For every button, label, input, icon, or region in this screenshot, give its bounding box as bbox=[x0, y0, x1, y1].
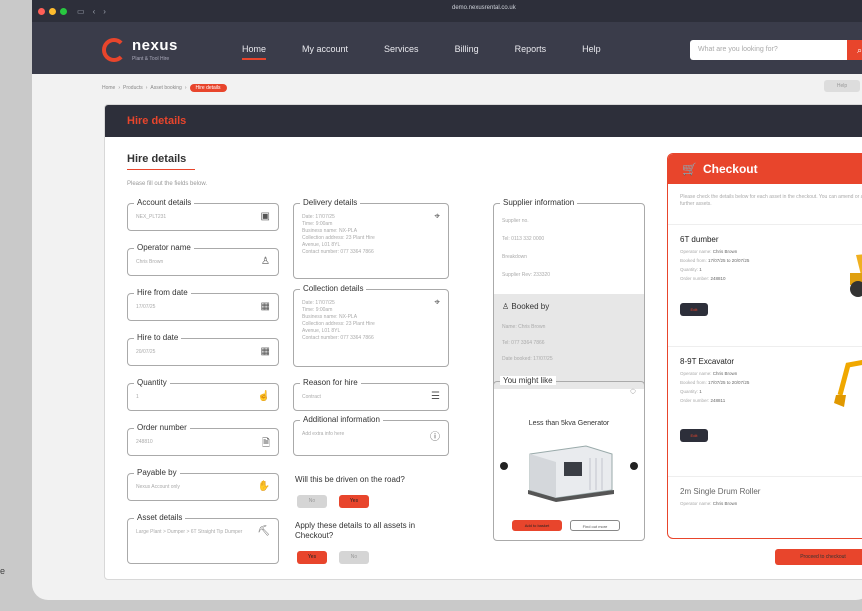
road-question: Will this be driven on the road? bbox=[295, 475, 405, 484]
payable-by-field[interactable]: Payable by Nexus Account only ✋ bbox=[127, 468, 279, 501]
you-might-like-box: You might like ◌ Less than 5kva Generato… bbox=[493, 376, 645, 541]
reason-for-hire-field[interactable]: Reason for hire Contract ☰ bbox=[293, 378, 449, 411]
road-no-button[interactable]: No bbox=[297, 495, 327, 508]
address-bar[interactable]: demo.nexusrental.co.uk bbox=[452, 5, 516, 11]
info-icon: ⓘ bbox=[430, 432, 440, 443]
main-nav: Home My account Services Billing Reports… bbox=[242, 44, 601, 60]
nav-services[interactable]: Services bbox=[384, 44, 419, 54]
maximize-window-dot[interactable] bbox=[60, 7, 67, 15]
nav-help[interactable]: Help bbox=[582, 44, 601, 54]
apply-no-button[interactable]: No bbox=[339, 551, 369, 564]
calendar-icon[interactable]: ▦ bbox=[261, 301, 270, 312]
location-pin-icon: ⌖ bbox=[434, 211, 440, 222]
order-number-field[interactable]: Order number 248810 🗎 bbox=[127, 423, 279, 456]
delivery-details-field[interactable]: Delivery details Date: 17/07/25 Time: 9:0… bbox=[293, 198, 449, 279]
add-to-basket-button[interactable]: Add to basket bbox=[512, 520, 562, 531]
edit-item-button[interactable]: Edit bbox=[680, 303, 708, 316]
road-yes-button[interactable]: Yes bbox=[339, 495, 369, 508]
logo-subtitle: Plant & Tool Hire bbox=[132, 56, 170, 62]
apply-yes-button[interactable]: Yes bbox=[297, 551, 327, 564]
logo-mark-icon bbox=[102, 37, 126, 62]
checkout-title: Checkout bbox=[702, 162, 758, 176]
document-search-icon: 🗎 bbox=[261, 438, 270, 449]
chat-icon[interactable]: ◌ bbox=[630, 386, 636, 397]
quantity-field[interactable]: Quantity 1 ☝ bbox=[127, 378, 279, 411]
hire-to-date-field[interactable]: Hire to date 20/07/25 ▦ bbox=[127, 333, 279, 366]
browser-chrome: ▭ ‹ › demo.nexusrental.co.uk bbox=[32, 0, 862, 22]
excavator-icon: ⛏ bbox=[257, 526, 270, 537]
page-title: Hire details bbox=[105, 105, 862, 137]
apply-question: Apply these details to all assets in Che… bbox=[295, 521, 416, 540]
operator-name-field[interactable]: Operator name Chris Brown ♙ bbox=[127, 243, 279, 276]
additional-information-field[interactable]: Additional information Add extra info he… bbox=[293, 415, 449, 456]
carousel-prev-arrow[interactable] bbox=[500, 462, 508, 470]
minimize-window-dot[interactable] bbox=[49, 7, 56, 15]
nav-my-account[interactable]: My account bbox=[302, 44, 348, 54]
collection-lines: Date: 17/07/25 Time: 9:00am Business name:… bbox=[302, 300, 375, 341]
nav-home[interactable]: Home bbox=[242, 44, 267, 60]
top-navigation: nexus Plant & Tool Hire Home My account … bbox=[32, 22, 862, 74]
breadcrumb-current: Hire details bbox=[189, 84, 227, 92]
id-card-icon: ▣ bbox=[260, 211, 270, 222]
search-icon[interactable]: ⌕ bbox=[847, 40, 862, 60]
hand-icon: ☝ bbox=[257, 391, 270, 402]
forward-icon[interactable]: › bbox=[103, 7, 106, 16]
excavator-image bbox=[834, 359, 862, 407]
breadcrumb-products[interactable]: Products bbox=[123, 85, 143, 91]
checkout-panel: 🛒 Checkout Please check the details below… bbox=[667, 153, 862, 539]
help-button[interactable]: Help bbox=[824, 80, 860, 92]
edit-item-button[interactable]: Edit bbox=[680, 429, 708, 442]
collection-details-field[interactable]: Collection details Date: 17/07/25 Time: 9… bbox=[293, 284, 449, 367]
user-icon: ♙ bbox=[502, 302, 512, 311]
carousel-next-arrow[interactable] bbox=[630, 462, 638, 470]
back-icon[interactable]: ‹ bbox=[93, 7, 96, 16]
list-icon: ☰ bbox=[431, 391, 440, 402]
close-window-dot[interactable] bbox=[38, 7, 45, 15]
supplier-information-box: Supplier information Supplier no. Tel: 0… bbox=[493, 198, 645, 389]
breadcrumb: Home › Products › Asset booking › Hire deta… bbox=[102, 84, 227, 92]
generator-image bbox=[528, 445, 614, 502]
edge-fragment: e bbox=[0, 566, 6, 576]
logo-name: nexus bbox=[132, 37, 178, 54]
location-pin-icon: ⌖ bbox=[434, 297, 440, 308]
cart-icon: 🛒 bbox=[682, 162, 697, 176]
hire-from-date-field[interactable]: Hire from date 17/07/25 ▦ bbox=[127, 288, 279, 321]
nav-reports[interactable]: Reports bbox=[515, 44, 547, 54]
user-icon: ♙ bbox=[261, 256, 270, 267]
hire-details-card: Hire details Hire details Please fill ou… bbox=[104, 104, 862, 580]
booked-by-panel: ♙ Booked by Name: Chris Brown Tel: 077 3… bbox=[494, 294, 644, 389]
delivery-lines: Date: 17/07/25 Time: 9:00am Business name:… bbox=[302, 214, 375, 255]
product-name: Less than 5kva Generator bbox=[528, 420, 610, 427]
section-subtitle: Please fill out the fields below. bbox=[127, 181, 208, 187]
asset-details-field[interactable]: Asset details Large Plant > Dumper > 6T … bbox=[127, 513, 279, 564]
checkout-item: 6T dumber Operator name: Chris Brown Boo… bbox=[668, 224, 862, 344]
breadcrumb-home[interactable]: Home bbox=[102, 85, 115, 91]
payment-hand-icon: ✋ bbox=[257, 481, 270, 492]
find-out-more-button[interactable]: Find out more bbox=[570, 520, 620, 531]
browser-window: ▭ ‹ › demo.nexusrental.co.uk nexus Plant… bbox=[32, 0, 862, 600]
sidebar-toggle-icon[interactable]: ▭ bbox=[77, 7, 85, 16]
account-details-field[interactable]: Account details NEX_PLT231 ▣ bbox=[127, 198, 279, 231]
nav-billing[interactable]: Billing bbox=[455, 44, 479, 54]
dumper-image bbox=[850, 254, 862, 297]
calendar-icon[interactable]: ▦ bbox=[261, 346, 270, 357]
breadcrumb-asset-booking[interactable]: Asset booking bbox=[150, 85, 181, 91]
search-input[interactable]: What are you looking for? bbox=[690, 40, 850, 60]
checkout-item: 8-9T Excavator Operator name: Chris Brow… bbox=[668, 346, 862, 466]
proceed-to-checkout-button[interactable]: Proceed to checkout bbox=[775, 549, 862, 565]
section-title: Hire details bbox=[127, 153, 196, 170]
checkout-subtitle: Please check the details below for each … bbox=[680, 194, 862, 207]
checkout-item: 2m Single Drum Roller Operator name: Chr… bbox=[668, 476, 862, 538]
logo[interactable]: nexus Plant & Tool Hire bbox=[102, 37, 178, 62]
